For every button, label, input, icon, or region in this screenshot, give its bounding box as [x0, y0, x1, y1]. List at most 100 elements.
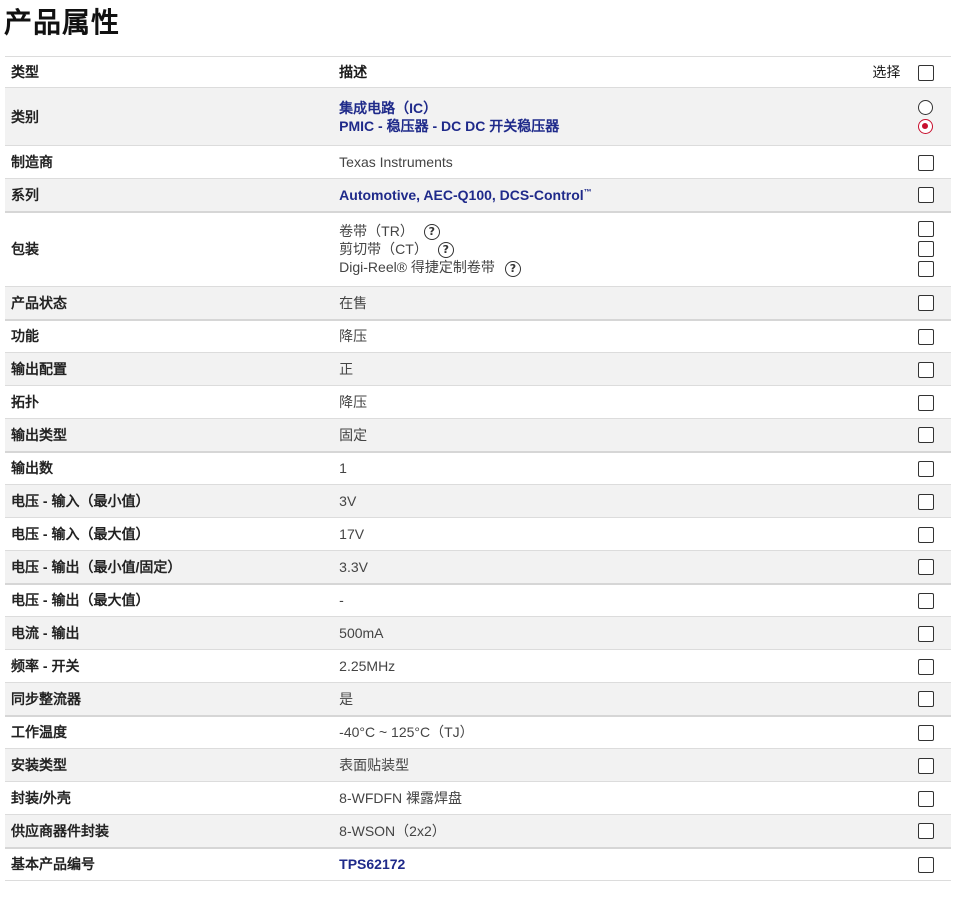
packaging-checkbox-digireel[interactable] [917, 261, 934, 278]
row-checkbox[interactable] [917, 187, 934, 204]
category-radio-pmic[interactable] [918, 118, 934, 134]
row-description: 8-WFDFN 裸露焊盘 [339, 790, 463, 806]
table-row: 功能 降压 [5, 319, 951, 353]
row-description: 1 [339, 460, 347, 477]
row-type: 基本产品编号 [11, 856, 95, 873]
row-checkbox[interactable] [917, 493, 934, 510]
row-description: 500mA [339, 625, 384, 641]
row-type: 系列 [11, 186, 39, 203]
row-description: 3.3V [339, 558, 368, 575]
row-type: 工作温度 [11, 724, 67, 741]
row-type: 电压 - 输出（最大值） [11, 592, 150, 609]
row-checkbox[interactable] [917, 757, 934, 774]
category-link-ic[interactable]: 集成电路（IC） [339, 99, 894, 117]
row-description: 集成电路（IC） PMIC - 稳压器 - DC DC 开关稳压器 [333, 88, 900, 146]
packaging-checkbox-tr[interactable] [917, 221, 934, 238]
row-type: 产品状态 [11, 294, 67, 311]
table-row: 供应商器件封装 8-WSON（2x2） [5, 814, 951, 848]
row-checkbox[interactable] [917, 295, 934, 312]
select-all-checkbox[interactable] [917, 64, 934, 81]
row-type: 电压 - 输入（最小值） [11, 493, 150, 509]
help-circle-icon[interactable]: ? [504, 260, 521, 277]
table-row: 同步整流器 是 [5, 682, 951, 716]
row-type: 同步整流器 [11, 690, 81, 707]
row-checkbox[interactable] [917, 559, 934, 576]
row-type: 电压 - 输出（最小值/固定） [11, 558, 182, 575]
row-description: 是 [339, 690, 354, 707]
table-row: 电流 - 输出 500mA [5, 616, 951, 650]
table-row: 封装/外壳 8-WFDFN 裸露焊盘 [5, 781, 951, 815]
row-description: 降压 [339, 328, 368, 345]
row-description: 17V [339, 526, 365, 542]
row-description: 2.25MHz [339, 658, 396, 674]
product-attributes-table: 类型 描述 选择 类别 集成电路（IC） PMIC - 稳压器 - DC DC … [5, 56, 951, 881]
table-row: 输出配置 正 [5, 352, 951, 386]
row-checkbox[interactable] [917, 154, 934, 171]
packaging-option: 剪切带（CT）? [339, 240, 894, 259]
row-type: 电流 - 输出 [11, 625, 80, 641]
row-type: 封装/外壳 [11, 790, 71, 806]
row-type: 供应商器件封装 [11, 822, 109, 839]
packaging-option: 卷带（TR）? [339, 222, 894, 241]
row-checkbox[interactable] [917, 592, 934, 609]
row-checkbox[interactable] [917, 625, 934, 642]
row-description: 3V [339, 493, 357, 509]
series-link[interactable]: Automotive, AEC-Q100, DCS-Control™ [339, 187, 592, 203]
packaging-checkbox-ct[interactable] [917, 241, 934, 258]
row-description: 卷带（TR）? 剪切带（CT）? Digi-Reel® 得捷定制卷带? [333, 212, 900, 287]
row-checkbox[interactable] [917, 526, 934, 543]
row-type: 输出配置 [11, 361, 67, 377]
row-checkbox[interactable] [917, 724, 934, 741]
page-title: 产品属性 [4, 6, 121, 39]
row-checkbox[interactable] [917, 427, 934, 444]
table-row: 工作温度 -40°C ~ 125°C（TJ） [5, 715, 951, 749]
category-radio-ic[interactable] [918, 99, 934, 115]
row-description: TPS62172 [333, 848, 900, 881]
table-row: 电压 - 输出（最小值/固定） 3.3V [5, 550, 951, 584]
row-type: 输出类型 [11, 426, 67, 443]
table-row: 拓扑 降压 [5, 385, 951, 419]
row-description: -40°C ~ 125°C（TJ） [339, 724, 474, 741]
packaging-option: Digi-Reel® 得捷定制卷带? [339, 258, 894, 277]
table-row: 输出数 1 [5, 451, 951, 485]
row-checkbox[interactable] [917, 856, 934, 873]
table-row: 安装类型 表面贴装型 [5, 748, 951, 782]
row-type: 类别 [11, 108, 39, 125]
row-checkbox[interactable] [917, 790, 934, 807]
row-type: 频率 - 开关 [11, 658, 80, 674]
help-circle-icon[interactable]: ? [437, 242, 454, 259]
row-description: 降压 [339, 394, 368, 410]
table-row: 基本产品编号 TPS62172 [5, 847, 951, 881]
row-description: 固定 [339, 426, 368, 443]
base-part-number-link[interactable]: TPS62172 [339, 856, 405, 872]
table-row: 包装 卷带（TR）? 剪切带（CT）? Digi-Reel® 得捷定制卷带? [5, 211, 951, 287]
row-description: 正 [339, 361, 354, 377]
table-row: 类别 集成电路（IC） PMIC - 稳压器 - DC DC 开关稳压器 [5, 87, 951, 146]
row-description: Texas Instruments [339, 154, 453, 170]
header-select-label: 选择 [872, 64, 901, 80]
row-type: 制造商 [11, 154, 53, 170]
table-row: 产品状态 在售 [5, 286, 951, 320]
row-type: 输出数 [11, 460, 53, 477]
table-row: 系列 Automotive, AEC-Q100, DCS-Control™ [5, 178, 951, 212]
trademark-mark: ™ [583, 187, 592, 197]
table-row: 电压 - 输入（最小值） 3V [5, 484, 951, 518]
row-type: 功能 [11, 328, 39, 345]
row-description: Automotive, AEC-Q100, DCS-Control™ [333, 179, 900, 212]
category-link-pmic[interactable]: PMIC - 稳压器 - DC DC 开关稳压器 [339, 117, 894, 135]
table-header-row: 类型 描述 选择 [5, 56, 951, 88]
row-checkbox[interactable] [917, 658, 934, 675]
table-row: 电压 - 输出（最大值） - [5, 583, 951, 617]
help-circle-icon[interactable]: ? [423, 224, 440, 241]
row-checkbox[interactable] [917, 361, 934, 378]
row-checkbox[interactable] [917, 823, 934, 840]
row-checkbox[interactable] [917, 328, 934, 345]
header-type: 类型 [11, 64, 39, 80]
header-description: 描述 [339, 64, 368, 80]
row-type: 包装 [11, 241, 39, 258]
row-type: 电压 - 输入（最大值） [11, 526, 150, 542]
table-row: 电压 - 输入（最大值） 17V [5, 517, 951, 551]
row-checkbox[interactable] [917, 460, 934, 477]
row-checkbox[interactable] [917, 691, 934, 708]
row-checkbox[interactable] [917, 394, 934, 411]
